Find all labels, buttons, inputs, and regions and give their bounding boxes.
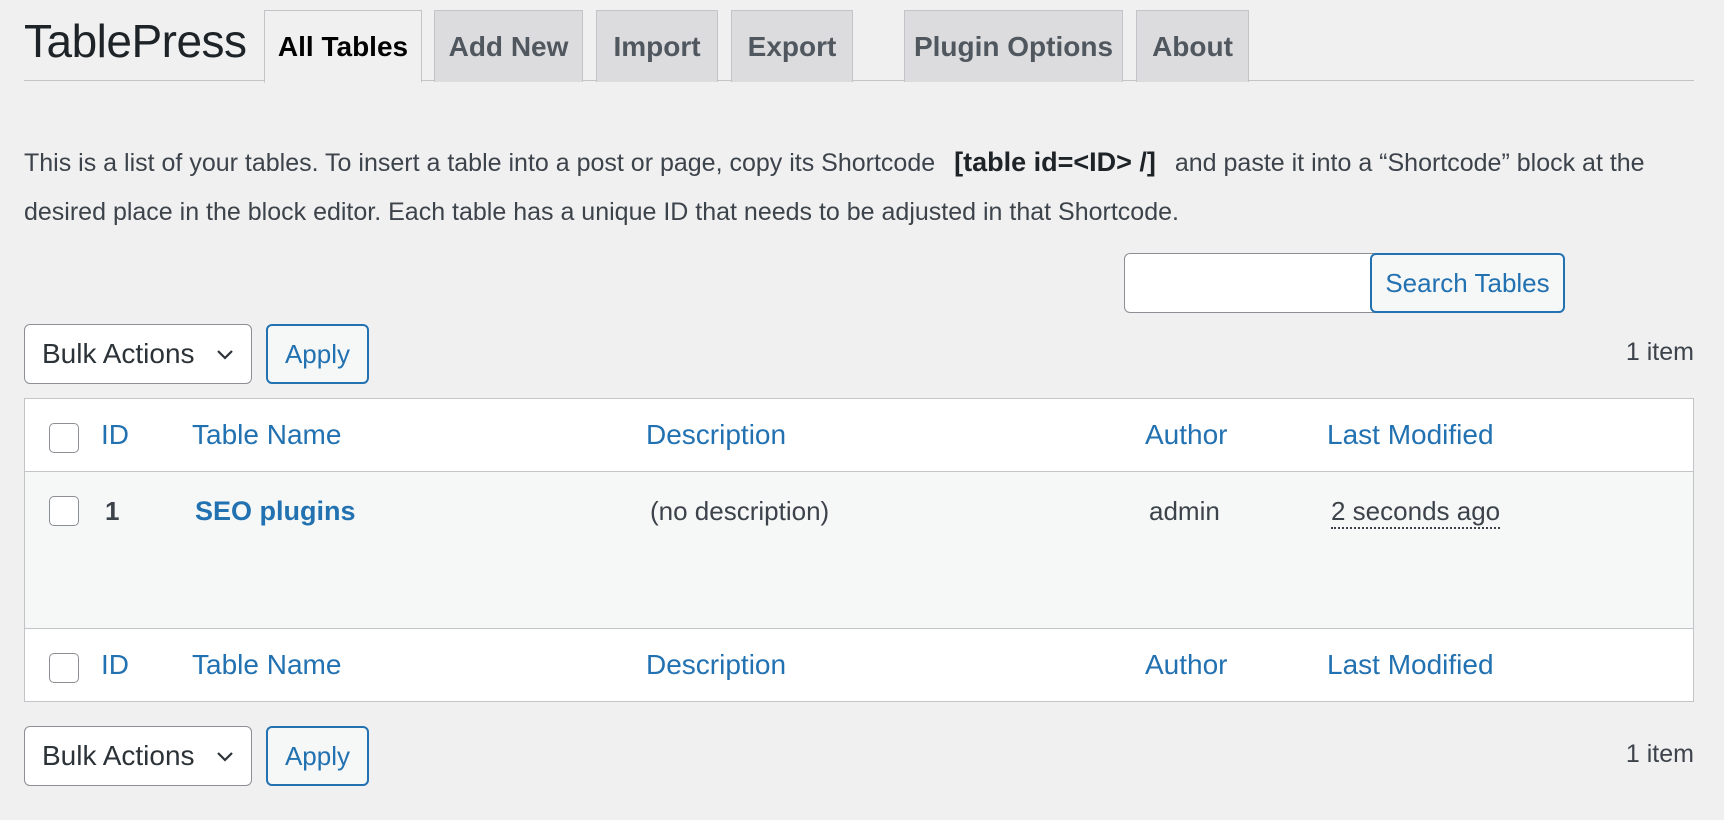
select-all-checkbox[interactable] [49,423,79,453]
row-id: 1 [105,496,120,526]
item-count-bottom: 1 item [1625,740,1694,768]
row-checkbox[interactable] [49,496,79,526]
column-description[interactable]: Description [646,419,786,451]
apply-button-top[interactable]: Apply [266,324,369,384]
item-count-top: 1 item [1625,338,1694,366]
column-last-modified-footer[interactable]: Last Modified [1327,649,1494,681]
table-footer: ID Table Name Description Author Last Mo… [25,628,1693,701]
row-author: admin [1149,496,1220,526]
app-title: TablePress [24,15,247,67]
row-table-name-link[interactable]: SEO plugins [195,496,356,527]
tab-about[interactable]: About [1136,10,1249,82]
column-description-footer[interactable]: Description [646,649,786,681]
column-author[interactable]: Author [1145,419,1228,451]
tab-import[interactable]: Import [596,10,718,82]
column-table-name-footer[interactable]: Table Name [192,649,341,681]
tab-export[interactable]: Export [731,10,853,82]
chevron-down-icon [217,752,233,762]
tab-all-tables[interactable]: All Tables [264,10,422,83]
bulk-actions-select-top[interactable]: Bulk Actions [24,324,252,384]
column-id-footer[interactable]: ID [101,649,129,681]
page: TablePress All Tables Add New Import Exp… [24,0,1694,786]
row-last-modified: 2 seconds ago [1331,496,1501,529]
bulk-actions-label: Bulk Actions [42,740,195,771]
intro-text-before: This is a list of your tables. To insert… [24,149,936,177]
column-author-footer[interactable]: Author [1145,649,1228,681]
tab-add-new[interactable]: Add New [434,10,583,82]
bulk-actions-select-bottom[interactable]: Bulk Actions [24,726,252,786]
bulk-actions-label: Bulk Actions [42,338,195,369]
tab-plugin-options[interactable]: Plugin Options [904,10,1123,82]
table-header: ID Table Name Description Author Last Mo… [25,399,1693,472]
select-all-checkbox-footer[interactable] [49,653,79,683]
table-row: 1 SEO plugins (no description) admin 2 s… [25,472,1693,628]
nav-tab-wrapper: TablePress All Tables Add New Import Exp… [24,0,1694,83]
column-id[interactable]: ID [101,419,129,451]
apply-button-bottom[interactable]: Apply [266,726,369,786]
row-description: (no description) [650,496,830,526]
shortcode-example: [table id=<ID> /] [954,147,1156,177]
chevron-down-icon [217,350,233,360]
column-table-name[interactable]: Table Name [192,419,341,451]
search-tables-button[interactable]: Search Tables [1370,253,1565,313]
intro-text: This is a list of your tables. To insert… [24,138,1694,237]
tables-list: ID Table Name Description Author Last Mo… [24,398,1694,702]
column-last-modified[interactable]: Last Modified [1327,419,1494,451]
